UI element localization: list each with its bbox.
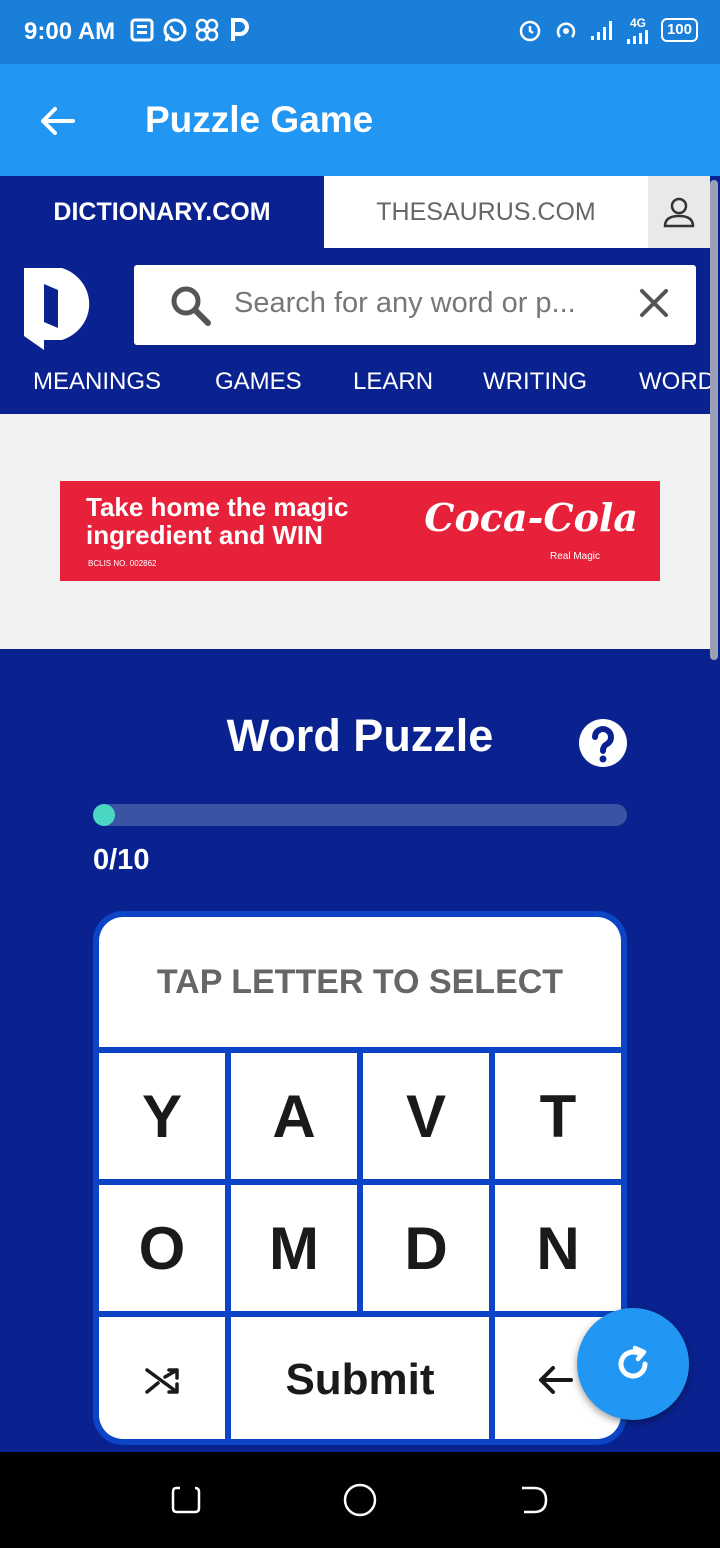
search-input[interactable]: Search for any word or p... (134, 265, 696, 345)
site-nav: MEANINGS GAMES LEARN WRITING WORD (0, 356, 710, 414)
letter-tile-6[interactable]: M (231, 1185, 357, 1311)
shuffle-icon (145, 1368, 179, 1394)
app-bar: Puzzle Game (0, 64, 720, 176)
ad-tagline: Real Magic (549, 551, 600, 562)
letter-tile-1[interactable]: Y (99, 1053, 225, 1179)
app-title: Puzzle Game (145, 99, 374, 140)
recents-icon[interactable] (168, 1482, 204, 1518)
news-icon (130, 16, 156, 44)
progress-bar (93, 804, 627, 826)
signal-4g-icon: 4G (625, 16, 651, 44)
ad-license: BCLIS NO. 002862 (88, 559, 157, 568)
p-icon (226, 16, 252, 44)
nav-item-writing[interactable]: WRITING (483, 368, 587, 396)
status-time: 9:00 AM (24, 18, 116, 45)
nav-item-games[interactable]: GAMES (215, 368, 302, 396)
home-icon[interactable] (342, 1482, 378, 1518)
backspace-arrow-icon (539, 1366, 573, 1394)
shuffle-button[interactable] (99, 1317, 225, 1439)
refresh-button[interactable] (577, 1308, 689, 1420)
progress-fill (93, 804, 115, 826)
letter-tile-5[interactable]: O (99, 1185, 225, 1311)
hotspot-icon (553, 16, 579, 44)
user-icon[interactable] (648, 176, 710, 248)
back-nav-icon[interactable] (516, 1482, 552, 1518)
board-instruction: TAP LETTER TO SELECT (99, 917, 621, 1047)
search-icon (168, 283, 212, 327)
refresh-icon (618, 1345, 648, 1379)
search-placeholder: Search for any word or p... (234, 287, 576, 319)
system-nav-bar (0, 1452, 720, 1548)
submit-button[interactable]: Submit (231, 1317, 489, 1439)
search-row: Search for any word or p... (0, 248, 710, 356)
scrollbar[interactable] (710, 180, 718, 660)
ad-headline: Take home the magic ingredient and WIN (86, 493, 426, 549)
ad-headline-2: ingredient and WIN (86, 520, 323, 550)
ad-headline-1: Take home the magic (86, 492, 349, 522)
close-icon[interactable] (634, 283, 674, 323)
ad-banner[interactable]: Take home the magic ingredient and WIN B… (60, 481, 660, 581)
pinwheel-icon (194, 16, 220, 44)
letter-tile-3[interactable]: V (363, 1053, 489, 1179)
dictionary-logo-icon[interactable] (22, 266, 104, 350)
letter-tile-7[interactable]: D (363, 1185, 489, 1311)
status-bar: 9:00 AM 4G 100 (0, 0, 720, 64)
ad-brand: Coca-Cola (424, 495, 638, 540)
webview: DICTIONARY.COM THESAURUS.COM Search for … (0, 176, 720, 1452)
help-icon[interactable] (578, 718, 628, 768)
signal-icon (589, 16, 615, 44)
progress-label: 0/10 (93, 844, 150, 876)
letter-tile-4[interactable]: T (495, 1053, 621, 1179)
whatsapp-icon (162, 16, 188, 44)
tab-thesaurus[interactable]: THESAURUS.COM (324, 176, 648, 248)
nav-item-learn[interactable]: LEARN (353, 368, 433, 396)
network-label: 4G (629, 16, 646, 30)
letter-tile-2[interactable]: A (231, 1053, 357, 1179)
nav-item-meanings[interactable]: MEANINGS (33, 368, 161, 396)
alarm-icon (517, 16, 543, 44)
site-tabs: DICTIONARY.COM THESAURUS.COM (0, 176, 710, 248)
letter-tile-8[interactable]: N (495, 1185, 621, 1311)
nav-item-word[interactable]: WORD (639, 368, 710, 396)
tab-dictionary[interactable]: DICTIONARY.COM (0, 176, 324, 248)
back-arrow-icon[interactable] (34, 98, 80, 144)
battery-icon: 100 (660, 18, 698, 42)
ad-area: Take home the magic ingredient and WIN B… (0, 414, 710, 649)
puzzle-board: TAP LETTER TO SELECT Y A V T O M D N Sub… (93, 911, 627, 1445)
